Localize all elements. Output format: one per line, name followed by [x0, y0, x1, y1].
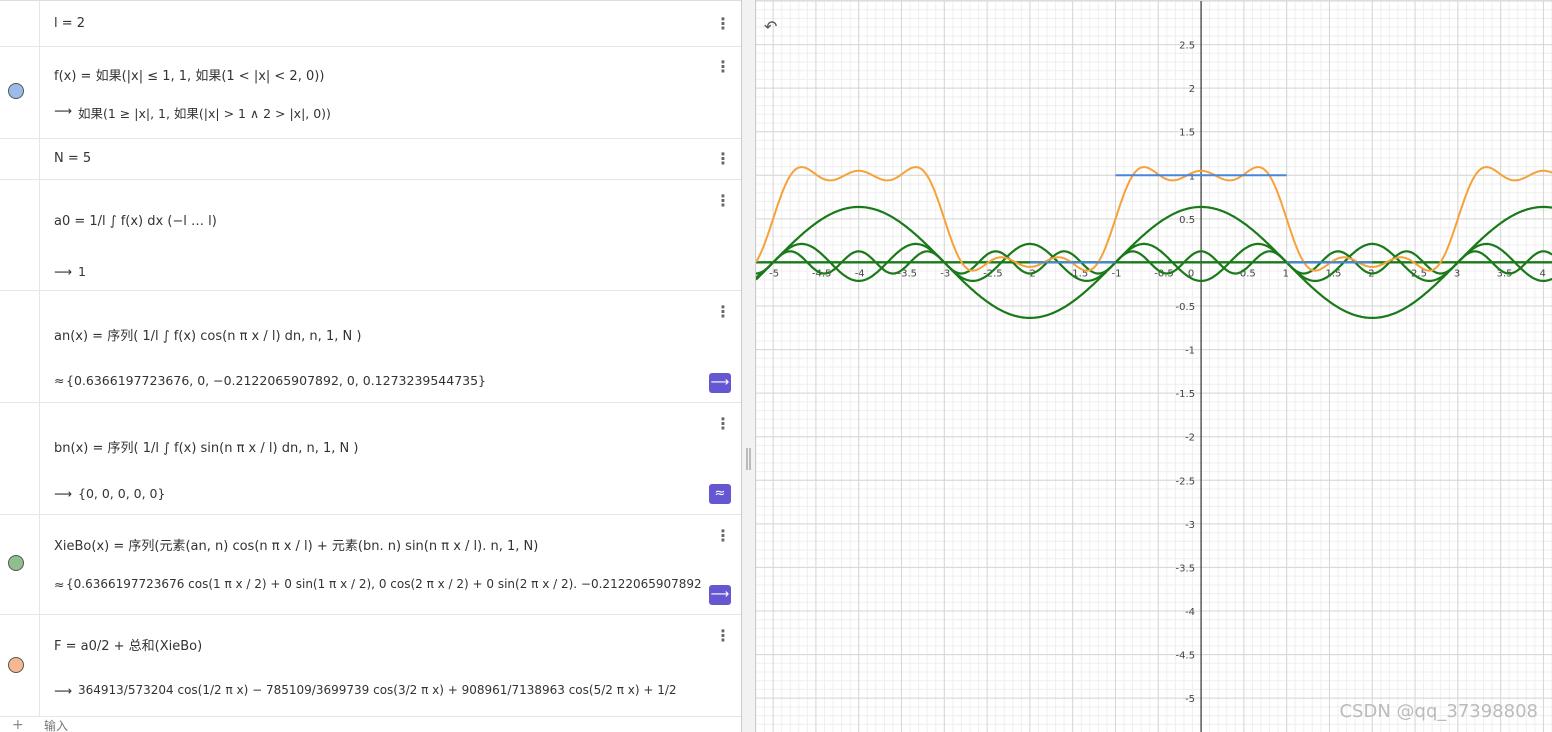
- row-N-definition[interactable]: N = 5: [54, 151, 91, 166]
- output-arrow-icon: ⟶: [54, 486, 72, 501]
- row-an-output: {0.6366197723676, 0, −0.2122065907892, 0…: [66, 373, 487, 388]
- row-F-menu-icon[interactable]: ⋮: [715, 628, 731, 644]
- x-tick-label: 4: [1539, 268, 1545, 279]
- y-tick-label: -4: [1185, 607, 1195, 618]
- x-tick-label: 3: [1454, 268, 1460, 279]
- y-tick-label: -1: [1185, 346, 1195, 357]
- algebra-row-an[interactable]: an(x) = 序列( 1/l ∫ f(x) cos(n π x / l) dn…: [0, 291, 741, 403]
- visibility-toggle-xiebo-icon[interactable]: [8, 555, 24, 571]
- row-a0-definition[interactable]: a0 = 1/l ∫ f(x) dx (−l … l): [54, 214, 217, 229]
- output-arrow-icon: ⟶: [54, 683, 72, 698]
- y-tick-label: 2: [1189, 84, 1195, 95]
- algebra-input[interactable]: [44, 719, 444, 732]
- y-tick-label: 1.5: [1179, 128, 1195, 139]
- x-tick-label: -4: [855, 268, 865, 279]
- x-tick-label: -1: [1111, 268, 1121, 279]
- approx-prefix: ≈: [54, 577, 65, 592]
- x-tick-label: 1: [1283, 268, 1289, 279]
- y-tick-label: -5: [1185, 694, 1195, 705]
- algebra-view: l = 2 ⋮ f(x) = 如果(|x| ≤ 1, 1, 如果(1 < |x|…: [0, 0, 741, 732]
- row-gutter: [0, 1, 40, 46]
- visibility-toggle-f-icon[interactable]: [8, 83, 24, 99]
- algebra-row-N[interactable]: N = 5 ⋮: [0, 139, 741, 180]
- undo-icon[interactable]: ↶: [764, 17, 777, 36]
- output-format-button[interactable]: ⟶: [709, 585, 731, 605]
- approx-prefix: ≈: [54, 373, 65, 388]
- algebra-row-a0[interactable]: a0 = 1/l ∫ f(x) dx (−l … l) ⟶ 1 ⋮: [0, 180, 741, 291]
- output-arrow-icon: ⟶: [54, 264, 72, 279]
- input-bar[interactable]: +: [0, 717, 741, 732]
- row-xiebo-output: {0.6366197723676 cos(1 π x / 2) + 0 sin(…: [66, 577, 706, 591]
- row-l-definition[interactable]: l = 2: [54, 16, 85, 31]
- y-tick-label: 0.5: [1179, 215, 1195, 226]
- y-tick-label: -1.5: [1176, 389, 1196, 400]
- x-tick-label: -3: [940, 268, 950, 279]
- row-gutter: [0, 139, 40, 179]
- visibility-toggle-F-icon[interactable]: [8, 657, 24, 673]
- algebra-row-f[interactable]: f(x) = 如果(|x| ≤ 1, 1, 如果(1 < |x| < 2, 0)…: [0, 47, 741, 139]
- output-format-button[interactable]: ⟶: [709, 373, 731, 393]
- row-bn-menu-icon[interactable]: ⋮: [715, 416, 731, 432]
- y-tick-label: -2: [1185, 433, 1195, 444]
- algebra-row-l[interactable]: l = 2 ⋮: [0, 1, 741, 47]
- row-bn-definition[interactable]: bn(x) = 序列( 1/l ∫ f(x) sin(n π x / l) dn…: [54, 437, 358, 456]
- y-tick-label: -3: [1185, 520, 1195, 531]
- y-tick-label: 2.5: [1179, 41, 1195, 52]
- row-N-menu-icon[interactable]: ⋮: [715, 151, 731, 167]
- row-gutter: [0, 291, 40, 402]
- algebra-row-xiebo[interactable]: XieBo(x) = 序列(元素(an, n) cos(n π x / l) +…: [0, 515, 741, 615]
- graphics-view[interactable]: -5 -4.5 -4 -3.5 -3 -2.5 -2 -1.5 -1 -0.5 0 0.5 1 1.5 2 2…: [756, 0, 1552, 732]
- row-an-definition[interactable]: an(x) = 序列( 1/l ∫ f(x) cos(n π x / l) dn…: [54, 325, 361, 344]
- panel-splitter[interactable]: [741, 0, 756, 732]
- y-tick-label: -3.5: [1176, 563, 1196, 574]
- row-f-menu-icon[interactable]: ⋮: [715, 59, 731, 75]
- algebra-row-bn[interactable]: bn(x) = 序列( 1/l ∫ f(x) sin(n π x / l) dn…: [0, 403, 741, 515]
- row-bn-output: {0, 0, 0, 0, 0}: [78, 486, 166, 501]
- row-xiebo-menu-icon[interactable]: ⋮: [715, 528, 731, 544]
- add-icon[interactable]: +: [12, 717, 24, 732]
- x-tick-label: -5: [769, 268, 779, 279]
- splitter-grip-icon[interactable]: [746, 448, 751, 470]
- y-tick-label: -0.5: [1176, 302, 1196, 313]
- row-f-definition[interactable]: f(x) = 如果(|x| ≤ 1, 1, 如果(1 < |x| < 2, 0)…: [54, 65, 324, 84]
- output-arrow-icon: ⟶: [54, 103, 72, 118]
- y-tick-label: -4.5: [1176, 651, 1196, 662]
- row-gutter: [0, 180, 40, 290]
- watermark: CSDN @qq_37398808: [1339, 701, 1538, 722]
- row-F-definition[interactable]: F = a0/2 + 总和(XieBo): [54, 635, 202, 654]
- row-f-output: 如果(1 ≥ |x|, 1, 如果(|x| > 1 ∧ 2 > |x|, 0)): [78, 106, 331, 121]
- row-F-output: 364913/573204 cos(1/2 π x) − 785109/3699…: [78, 683, 677, 697]
- row-a0-menu-icon[interactable]: ⋮: [715, 193, 731, 209]
- row-an-menu-icon[interactable]: ⋮: [715, 304, 731, 320]
- plot-canvas[interactable]: -5 -4.5 -4 -3.5 -3 -2.5 -2 -1.5 -1 -0.5 0 0.5 1 1.5 2 2…: [756, 1, 1552, 732]
- y-tick-label: -2.5: [1176, 476, 1196, 487]
- row-xiebo-definition[interactable]: XieBo(x) = 序列(元素(an, n) cos(n π x / l) +…: [54, 535, 538, 554]
- algebra-row-F[interactable]: F = a0/2 + 总和(XieBo) ⟶ 364913/573204 cos…: [0, 615, 741, 717]
- output-format-button[interactable]: ≈: [709, 484, 731, 504]
- row-gutter: [0, 403, 40, 514]
- row-l-menu-icon[interactable]: ⋮: [715, 16, 731, 32]
- row-a0-output: 1: [78, 264, 86, 279]
